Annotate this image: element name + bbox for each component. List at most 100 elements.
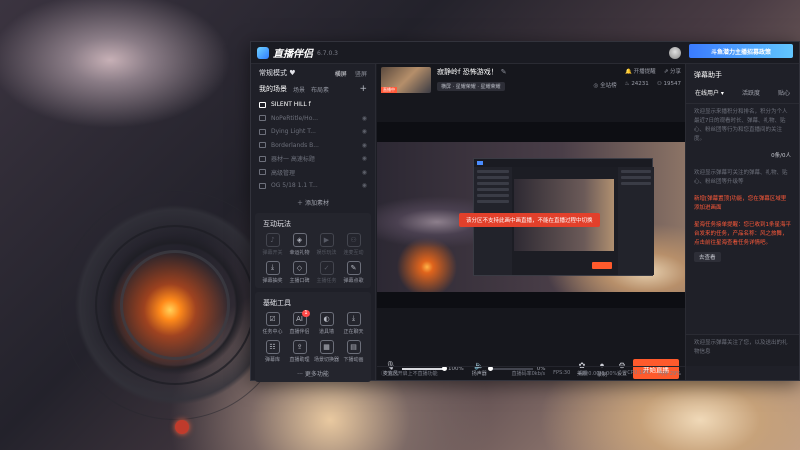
interactive-block: 互动玩法 ♪ 弹幕开关 ◈ 幸运礼物 ▶ 娱乐玩法 ⚇ 连麦互动 ⤓ 弹幕抽奖 ◇ 主播口碑… xyxy=(255,212,371,288)
share-button[interactable]: ⇗ 分享 xyxy=(664,67,681,75)
eye-icon[interactable]: ◉ xyxy=(362,142,367,149)
interactive-item[interactable]: ✓ 主播任务 xyxy=(313,260,340,284)
viewers-value: 19547 xyxy=(663,81,682,87)
tab-label: 在线用户 xyxy=(695,90,720,97)
scene-item[interactable]: Dying Light T... ◉ xyxy=(259,125,367,139)
heat-value: 24231 xyxy=(631,81,649,87)
add-scene-icon[interactable]: + xyxy=(359,84,367,94)
danmaku-hint: 欢迎显示弹幕可关注的弹幕、礼物、贴心、粉丝团等升级等 xyxy=(694,170,788,185)
scene-tabs: 我的场景 场景 布局素 + xyxy=(251,82,375,96)
check-icon: ✓ xyxy=(319,260,334,275)
live-header-right: 🔔 开播提醒 ⇗ 分享 ◎ 全站榜 ♨ 24231 ⚇ 19547 xyxy=(594,67,681,95)
item-label: 幸运礼物 xyxy=(289,249,310,256)
shield-icon: ◈ xyxy=(292,232,307,247)
mode-link-portrait[interactable]: 竖屏 xyxy=(355,71,367,78)
viewers-stat: ⚇ 19547 xyxy=(656,81,682,87)
item-label: 场景切换器 xyxy=(313,356,339,363)
tools-block: 基础工具 ☑ 任务中心 AI 1 直播伴侣 ◐ 道具墙 ⤓ 正在聊天 ☷ 弹幕库 ⇪ 直播助理… xyxy=(255,291,371,382)
item-label: 娱乐玩法 xyxy=(316,249,337,256)
ai-icon: AI 1 xyxy=(292,309,310,326)
tab-scenes[interactable]: 场景 xyxy=(293,85,305,94)
rank-label: 全站榜 xyxy=(600,83,617,89)
eye-icon[interactable]: ◉ xyxy=(362,128,367,135)
interactive-item[interactable]: ◈ 幸运礼物 xyxy=(286,232,313,256)
edit-icon[interactable]: ✎ xyxy=(501,68,507,76)
gift-info-area: 欢迎显示弹幕关注了您，以及送出的礼物信息 xyxy=(686,334,799,366)
tab-layout[interactable]: 布局素 xyxy=(311,85,329,94)
promo-banner[interactable]: 斗鱼潜力主播招募政策 xyxy=(689,44,793,58)
gift-info-hint: 欢迎显示弹幕关注了您，以及送出的礼物信息 xyxy=(694,340,788,355)
item-label: 弹幕开关 xyxy=(262,249,283,256)
reminder-button[interactable]: 🔔 开播提醒 xyxy=(625,67,656,75)
scene-item[interactable]: OG 5/18 1.1 T... ◉ xyxy=(259,179,367,193)
feature-notice: 新增[弹幕置顶]功能，您在弹幕区域里添加进画面 xyxy=(694,196,787,211)
tool-item[interactable]: ☷ 弹幕库 xyxy=(259,339,286,363)
eye-icon[interactable]: ◉ xyxy=(362,182,367,189)
scene-list: SILENT HILL f NoPeRtitle/Ho... ◉ Dying Li… xyxy=(251,96,375,195)
tab-intimacy[interactable]: 贴心 xyxy=(778,88,790,97)
tab-my-scenes[interactable]: 我的场景 xyxy=(259,84,287,94)
item-label: 直播助理 xyxy=(289,356,310,363)
eye-icon[interactable]: ◉ xyxy=(362,115,367,122)
left-panel: 常规模式 ♥ 横屏 竖屏 我的场景 场景 布局素 + SILENT HILL f… xyxy=(251,64,376,382)
item-label: 弹幕点歌 xyxy=(343,277,364,284)
interactive-grid: ♪ 弹幕开关 ◈ 幸运礼物 ▶ 娱乐玩法 ⚇ 连麦互动 ⤓ 弹幕抽奖 ◇ 主播口碑 ✓ 主播任… xyxy=(259,232,367,284)
message-count-row: 0条/0人 xyxy=(686,148,799,165)
share-label: 分享 xyxy=(669,69,681,75)
monitor-icon xyxy=(259,101,266,108)
mode-selector[interactable]: 常规模式 ♥ xyxy=(259,68,296,78)
scene-item[interactable]: 器材一 高速标题 ◉ xyxy=(259,152,367,166)
eye-icon[interactable]: ◉ xyxy=(362,155,367,162)
add-source-button[interactable]: ＋ 添加素材 xyxy=(251,198,375,207)
mode-link-landscape[interactable]: 横屏 xyxy=(335,71,347,78)
user-avatar[interactable] xyxy=(669,46,681,59)
tool-item[interactable]: ◐ 道具墙 xyxy=(313,311,340,335)
tool-item[interactable]: ▦ 场景切换器 xyxy=(313,339,340,363)
category-chip[interactable]: 横屏 · 星耀荣耀 · 星耀荣耀 xyxy=(437,82,505,91)
grid-icon: ▦ xyxy=(319,339,334,354)
live-cover-thumbnail[interactable]: 直播中 xyxy=(381,67,431,93)
right-panel: 斗鱼潜力主播招募政策 弹幕助手 在线用户 ▾ 活跃度 贴心 欢迎显示来播积分和排… xyxy=(685,44,799,380)
scene-name: 器材一 高速标题 xyxy=(271,156,315,164)
interactive-item[interactable]: ✎ 弹幕点歌 xyxy=(340,260,367,284)
tool-item[interactable]: AI 1 直播伴侣 xyxy=(286,309,313,335)
scene-item[interactable]: Borderlands B... ◉ xyxy=(259,139,367,153)
center-panel: 直播中 寂静岭f 恐怖游戏！ ✎ 横屏 · 星耀荣耀 · 星耀荣耀 🔔 开播提醒 … xyxy=(377,64,685,380)
tool-badge: 1 xyxy=(302,309,310,317)
tool-item[interactable]: ⤓ 正在聊天 xyxy=(340,311,367,335)
tool-item[interactable]: ⇪ 直播助理 xyxy=(286,339,313,363)
stream-preview[interactable]: 该分区不支持此画中画直播，不能在直播过程中切换 xyxy=(377,122,685,308)
item-label: 道具墙 xyxy=(318,328,334,335)
scene-name: Borderlands B... xyxy=(271,141,319,149)
item-label: 下播动画 xyxy=(343,356,364,363)
interactive-item[interactable]: ⤓ 弹幕抽奖 xyxy=(259,260,286,284)
interactive-item[interactable]: ⚇ 连麦互动 xyxy=(340,232,367,256)
interactive-item[interactable]: ◇ 主播口碑 xyxy=(286,260,313,284)
tools-title: 基础工具 xyxy=(263,298,291,307)
tab-online-users[interactable]: 在线用户 ▾ xyxy=(695,88,724,97)
rank-button[interactable]: ◎ 全站榜 xyxy=(594,81,617,89)
interactive-item[interactable]: ▶ 娱乐玩法 xyxy=(313,232,340,256)
view-task-button[interactable]: 去查看 xyxy=(694,252,721,262)
item-label: 弹幕抽奖 xyxy=(262,277,283,284)
more-features-button[interactable]: ··· 更多功能 xyxy=(259,369,367,378)
scene-item[interactable]: SILENT HILL f xyxy=(259,98,367,112)
item-label: 弹幕库 xyxy=(264,356,280,363)
scene-item[interactable]: NoPeRtitle/Ho... ◉ xyxy=(259,112,367,126)
add-source-label: 添加素材 xyxy=(304,199,329,207)
tab-activity[interactable]: 活跃度 xyxy=(742,88,760,97)
live-title[interactable]: 寂静岭f 恐怖游戏！ ✎ xyxy=(437,67,594,77)
play-icon: ▶ xyxy=(319,232,334,247)
tool-item[interactable]: ▤ 下播动画 xyxy=(340,339,367,363)
item-label: 正在聊天 xyxy=(343,328,364,335)
scene-item[interactable]: 高级管理 ◉ xyxy=(259,166,367,180)
upload-icon: ⇪ xyxy=(292,339,307,354)
wallpaper-glow-dot xyxy=(175,420,189,434)
tool-item[interactable]: ☑ 任务中心 xyxy=(259,311,286,335)
eye-icon[interactable]: ◉ xyxy=(362,169,367,176)
scene-name: NoPeRtitle/Ho... xyxy=(271,114,318,122)
interactive-item[interactable]: ♪ 弹幕开关 xyxy=(259,232,286,256)
bitrate-stat: 直播码率0kb/s xyxy=(511,371,546,377)
scene-name: Dying Light T... xyxy=(271,128,316,136)
interactive-title: 互动玩法 xyxy=(263,219,291,228)
